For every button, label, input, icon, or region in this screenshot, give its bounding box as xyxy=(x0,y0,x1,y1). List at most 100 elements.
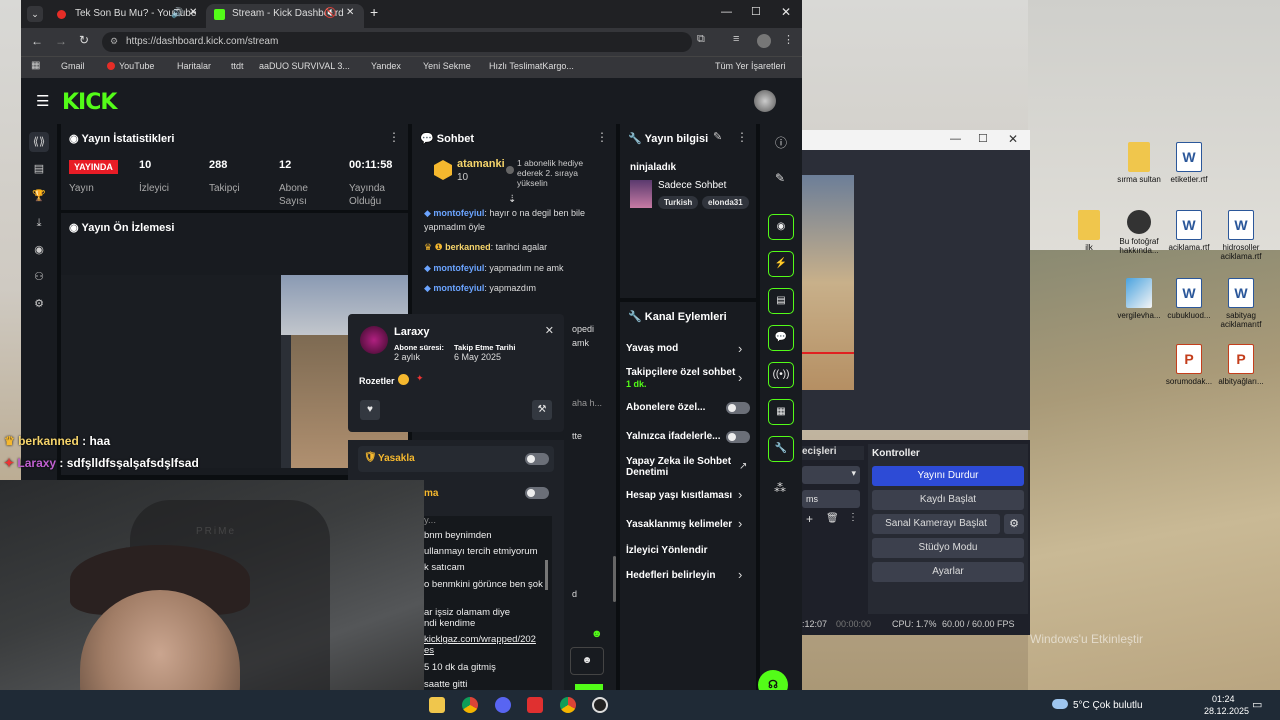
menu-icon[interactable]: ⋮ xyxy=(783,33,794,46)
chrome-icon[interactable] xyxy=(560,697,576,713)
weather-text[interactable]: 5°C Çok bulutlu xyxy=(1073,700,1143,711)
external-link-icon[interactable]: ↗ xyxy=(739,461,747,472)
url-field[interactable]: https://dashboard.kick.com/stream xyxy=(102,32,692,52)
broadcast-icon[interactable]: ((•)) xyxy=(768,362,794,388)
more-icon[interactable]: ⋮ xyxy=(596,130,608,144)
stop-stream-button[interactable]: Yayını Durdur xyxy=(872,466,1024,486)
mute-icon[interactable]: 🔇 xyxy=(324,8,336,19)
heart-icon[interactable]: ♥ xyxy=(360,400,380,420)
wrench-icon[interactable]: 🔧 xyxy=(768,436,794,462)
users-icon[interactable]: ⁂ xyxy=(774,481,786,495)
maximize-icon[interactable]: ☐ xyxy=(751,5,761,18)
more-icon[interactable]: ⋮ xyxy=(848,512,858,523)
studio-mode-button[interactable]: Stüdyo Modu xyxy=(872,538,1024,558)
reload-icon[interactable]: ↻ xyxy=(79,33,89,47)
settings-button[interactable]: Ayarlar xyxy=(872,562,1024,582)
bookmark-yandex[interactable]: Yandex xyxy=(371,61,401,71)
kick-logo[interactable]: KICK xyxy=(62,90,117,115)
desktop-icon-ppt[interactable]: albityağları... xyxy=(1214,344,1268,386)
tab-kick-dashboard[interactable]: Stream - Kick Dashboard xyxy=(206,4,364,28)
more-icon[interactable]: ⋮ xyxy=(736,130,748,144)
mute-icon[interactable]: 🔊 xyxy=(171,8,183,19)
edit-icon[interactable]: ✎ xyxy=(713,130,722,143)
clock-time[interactable]: 01:24 xyxy=(1212,694,1235,704)
layout-icon[interactable]: ▦ xyxy=(768,399,794,425)
minimize-icon[interactable]: — xyxy=(721,6,732,18)
chevron-right-icon[interactable]: › xyxy=(738,516,742,531)
emoji-icon[interactable]: ☻ xyxy=(570,647,604,675)
popup-chat-link[interactable]: es xyxy=(424,645,434,656)
stream-nav-icon[interactable]: ⟪⟫ xyxy=(29,132,49,152)
desktop-icon-word[interactable]: cubukluod... xyxy=(1162,278,1216,320)
ban-row[interactable]: 🛡 Yasakla xyxy=(358,446,554,472)
bookmark-duo[interactable]: aaDUO SURVIVAL 3... xyxy=(259,61,350,71)
gear-icon[interactable]: ⚙ xyxy=(1004,514,1024,534)
site-info-icon[interactable]: ⚙ xyxy=(110,36,118,47)
bookmark-youtube[interactable]: YouTube xyxy=(107,61,154,71)
desktop-icon-word[interactable]: sabityag aciklamarıtf xyxy=(1214,278,1268,329)
clock-date[interactable]: 28.12.2025 xyxy=(1204,706,1249,716)
profile-avatar[interactable] xyxy=(757,34,771,48)
desktop-icon-folder[interactable]: sırma sultan xyxy=(1112,142,1166,184)
desktop-icon-image[interactable]: vergilevha... xyxy=(1112,278,1166,320)
analytics-nav-icon[interactable]: ▤ xyxy=(29,159,49,179)
all-bookmarks[interactable]: Tüm Yer İşaretleri xyxy=(715,61,786,71)
info-icon[interactable]: ⓘ xyxy=(775,134,787,151)
tab-search-icon[interactable]: ⌄ xyxy=(27,6,43,22)
apps-icon[interactable]: ▦ xyxy=(31,60,40,71)
bookmark-maps[interactable]: Haritalar xyxy=(177,61,211,71)
banned-words-action[interactable]: Yasaklanmış kelimeler xyxy=(626,519,732,530)
obs-transition-select[interactable]: ▾ xyxy=(802,466,860,484)
bookmark-ttdt[interactable]: ttdt xyxy=(231,61,244,71)
virtual-camera-button[interactable]: Sanal Kamerayı Başlat xyxy=(872,514,1000,534)
obs-duration-field[interactable]: ms xyxy=(802,490,860,508)
chat-scrollbar[interactable] xyxy=(613,556,616,602)
emote-only-action[interactable]: Yalnızca ifadelerle... xyxy=(626,431,721,442)
hamburger-menu-icon[interactable]: ☰ xyxy=(36,92,49,110)
user-avatar[interactable] xyxy=(754,90,776,112)
ban-toggle[interactable] xyxy=(525,453,549,465)
file-explorer-icon[interactable] xyxy=(429,697,445,713)
trash-icon[interactable]: 🗑 xyxy=(826,513,839,524)
new-tab-icon[interactable]: + xyxy=(370,4,378,20)
notification-icon[interactable]: ▭ xyxy=(1252,698,1262,711)
window-close-icon[interactable]: ✕ xyxy=(781,5,791,19)
desktop-icon-word[interactable]: etiketler.rtf xyxy=(1162,142,1216,184)
settings-nav-icon[interactable]: ⚙ xyxy=(29,294,49,314)
forward-icon[interactable]: → xyxy=(55,34,67,48)
more-icon[interactable]: ⋮ xyxy=(388,130,400,144)
slow-mode-action[interactable]: Yavaş mod xyxy=(626,343,678,354)
trophy-nav-icon[interactable]: 🏆 xyxy=(29,186,49,206)
users-nav-icon[interactable]: ⚇ xyxy=(29,267,49,287)
chevron-right-icon[interactable]: › xyxy=(738,567,742,582)
obs-icon[interactable] xyxy=(592,697,608,713)
camera-action-icon[interactable]: ◉ xyxy=(768,214,794,240)
chat-icon[interactable]: 💬 xyxy=(768,325,794,351)
bookmark-gmail[interactable]: Gmail xyxy=(61,61,85,71)
subscribers-only-action[interactable]: Abonelere özel... xyxy=(626,402,705,413)
winrar-icon[interactable] xyxy=(527,697,543,713)
extensions-icon[interactable]: ⧉ xyxy=(697,33,705,46)
popup-scrollbar[interactable] xyxy=(545,560,548,590)
start-recording-button[interactable]: Kaydı Başlat xyxy=(872,490,1024,510)
subscribers-only-toggle[interactable] xyxy=(726,402,750,414)
timeout-toggle[interactable] xyxy=(525,487,549,499)
lightning-icon[interactable]: ⚡ xyxy=(768,251,794,277)
back-icon[interactable]: ← xyxy=(31,34,43,48)
close-icon[interactable]: ✕ xyxy=(189,7,197,18)
plus-icon[interactable]: + xyxy=(806,512,813,526)
desktop-icon-folder[interactable]: ilk xyxy=(1062,210,1116,252)
chevron-right-icon[interactable]: › xyxy=(738,487,742,502)
close-icon[interactable]: ✕ xyxy=(545,324,554,337)
followers-only-action[interactable]: Takipçilere özel sohbet xyxy=(626,367,735,378)
account-age-action[interactable]: Hesap yaşı kısıtlaması xyxy=(626,490,732,501)
camera-nav-icon[interactable]: ◉ xyxy=(29,240,49,260)
upload-nav-icon[interactable]: ⤓ xyxy=(29,213,49,233)
ai-moderation-action[interactable]: Yapay Zeka ile Sohbet Denetimi xyxy=(626,456,734,478)
pencil-icon[interactable]: ✎ xyxy=(775,171,785,185)
bookmark-cargo[interactable]: Hızlı TeslimatKargo... xyxy=(489,61,574,71)
emote-icon[interactable]: ☻ xyxy=(591,628,603,640)
desktop-icon-ppt[interactable]: sorumodak... xyxy=(1162,344,1216,386)
bookmark-new-tab[interactable]: Yeni Sekme xyxy=(423,61,471,71)
redirect-viewers-action[interactable]: İzleyici Yönlendir xyxy=(626,545,708,556)
